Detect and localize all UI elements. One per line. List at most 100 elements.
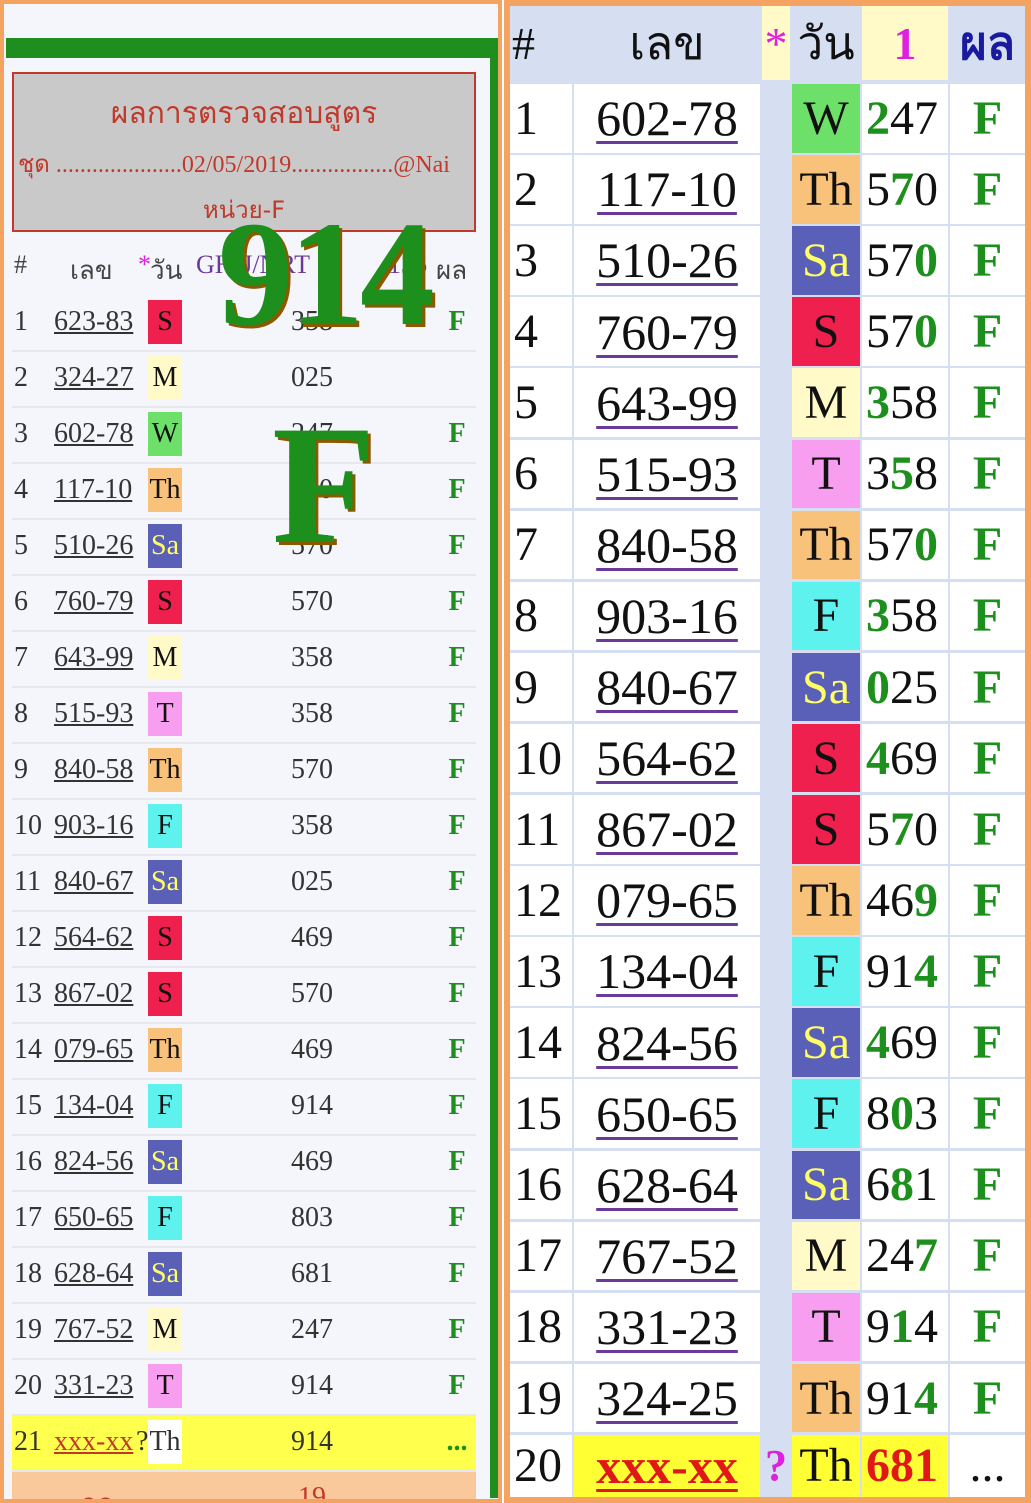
left-row-number: 510-26 (54, 530, 134, 561)
left-col-day: วัน (150, 256, 183, 285)
left-summary-value: 19 (298, 1482, 326, 1503)
right-row-number: 867-02 (574, 795, 760, 864)
right-row-star (762, 439, 790, 508)
left-row-day: Th (148, 748, 182, 792)
left-row-value: 570 (291, 978, 333, 1009)
right-row-no: 3 (510, 226, 572, 295)
right-row-no: 8 (510, 581, 572, 651)
right-row-star (762, 368, 790, 437)
left-row-number: 134-04 (54, 1090, 134, 1121)
right-row-number: 840-58 (574, 510, 760, 580)
right-row-value-highlight: 7 (890, 162, 914, 216)
right-row-value: 914 (862, 1292, 948, 1362)
right-row-star (762, 1008, 790, 1077)
left-row-value: 570 (291, 754, 333, 785)
right-row-star (762, 652, 790, 722)
right-row-result: F (950, 1221, 1025, 1291)
right-row-day: F (792, 581, 860, 651)
left-row-result: F (448, 922, 466, 953)
left-row-number: 767-52 (54, 1314, 134, 1345)
right-row-number: 760-79 (574, 297, 760, 366)
left-row-day: W (148, 412, 182, 456)
left-special-row: 21 xxx-xx? Th 914... (12, 1416, 476, 1472)
right-row-star (762, 297, 790, 366)
left-row-day: Sa (148, 524, 182, 568)
right-row-number: 117-10 (574, 155, 760, 224)
left-row-no: 15 (14, 1090, 42, 1121)
left-table-row: 13 867-02 S 570 F (12, 968, 476, 1024)
left-table-row: 5 510-26 Sa 570 F (12, 520, 476, 576)
left-row-result: F (448, 474, 466, 505)
left-row-number: 515-93 (54, 698, 134, 729)
right-row-star (762, 937, 790, 1006)
left-row-number: 760-79 (54, 586, 134, 617)
left-row-number: 903-16 (54, 810, 134, 841)
left-row-result: F (448, 698, 466, 729)
left-row-no: 2 (14, 362, 28, 393)
left-title: ผลการตรวจสอบสูตร (110, 96, 378, 131)
right-row-day: Th (792, 510, 860, 580)
left-row-no: 4 (14, 474, 28, 505)
left-row-result: F (448, 530, 466, 561)
left-row-number: 824-56 (54, 1146, 134, 1177)
left-table-row: 17 650-65 F 803 F (12, 1192, 476, 1248)
left-row-day: S (148, 972, 182, 1016)
left-row-number: 867-02 (54, 978, 134, 1009)
left-row-no: 12 (14, 922, 42, 953)
right-row-number-text: 564-62 (596, 730, 738, 787)
left-row-result: F (448, 586, 466, 617)
right-row-value-highlight: 3 (866, 589, 890, 643)
right-row-number-text: 324-25 (596, 1370, 738, 1427)
left-table-row: 18 628-64 Sa 681 F (12, 1248, 476, 1304)
left-row-day: S (148, 916, 182, 960)
right-row-value-highlight: 0 (914, 305, 938, 359)
right-row-star (762, 1363, 790, 1433)
right-row-result: F (950, 297, 1025, 366)
right-row-value-highlight: 9 (914, 873, 938, 927)
left-col-num: เลข (70, 256, 113, 285)
right-row-value: 469 (862, 866, 948, 935)
left-row-value: 803 (291, 1202, 333, 1233)
left-table-row: 20 331-23 T 914 F (12, 1360, 476, 1416)
right-row-result: F (950, 652, 1025, 722)
right-col-num-header: เลข (574, 6, 760, 80)
left-table: 1 623-83 S 358 F 2 324-27 M 025 3 602-78 W 247 F 4 117-… (12, 296, 476, 1503)
right-row-result: F (950, 368, 1025, 437)
right-row-star (762, 84, 790, 153)
right-row-day: Sa (792, 1008, 860, 1077)
right-row-result: F (950, 1292, 1025, 1362)
left-row-no: 18 (14, 1258, 42, 1289)
right-row-no: 13 (510, 937, 572, 1006)
right-row-number-text: 867-02 (596, 801, 738, 858)
left-row-no: 10 (14, 810, 42, 841)
right-row-no: 1 (510, 84, 572, 153)
left-row-result: F (448, 642, 466, 673)
left-summary-no: ... (14, 1482, 35, 1503)
right-row-number-text: 760-79 (596, 303, 738, 360)
right-row-result: F (950, 1363, 1025, 1433)
right-row-day: Sa (792, 652, 860, 722)
left-row-no: 17 (14, 1202, 42, 1233)
left-header-bar (6, 38, 494, 58)
left-row-number: 643-99 (54, 642, 134, 673)
left-row-value: 914 (291, 1426, 333, 1457)
left-table-row: 7 643-99 M 358 F (12, 632, 476, 688)
left-row-day: T (148, 692, 182, 736)
left-table-row: 11 840-67 Sa 025 F (12, 856, 476, 912)
left-row-result: F (448, 1202, 466, 1233)
right-row-number-text: 643-99 (596, 374, 738, 431)
left-row-value: 025 (291, 866, 333, 897)
right-row-number-text: 840-58 (596, 516, 738, 573)
left-row-result: F (448, 1034, 466, 1065)
right-row-number-text: 331-23 (596, 1298, 738, 1355)
left-summary-row: ... ถูก 19 (12, 1472, 476, 1503)
left-row-no: 13 (14, 978, 42, 1009)
left-row-day: Sa (148, 860, 182, 904)
right-row-number-text: 117-10 (597, 161, 737, 218)
left-series: ชุด .....................02/05/2019.....… (18, 152, 450, 178)
left-row-day: M (148, 356, 182, 400)
right-col-no-header: # (510, 6, 572, 80)
right-special-number: xxx-xx (574, 1434, 760, 1497)
left-row-value: 469 (291, 1034, 333, 1065)
right-row-number-text: 840-67 (596, 659, 738, 716)
